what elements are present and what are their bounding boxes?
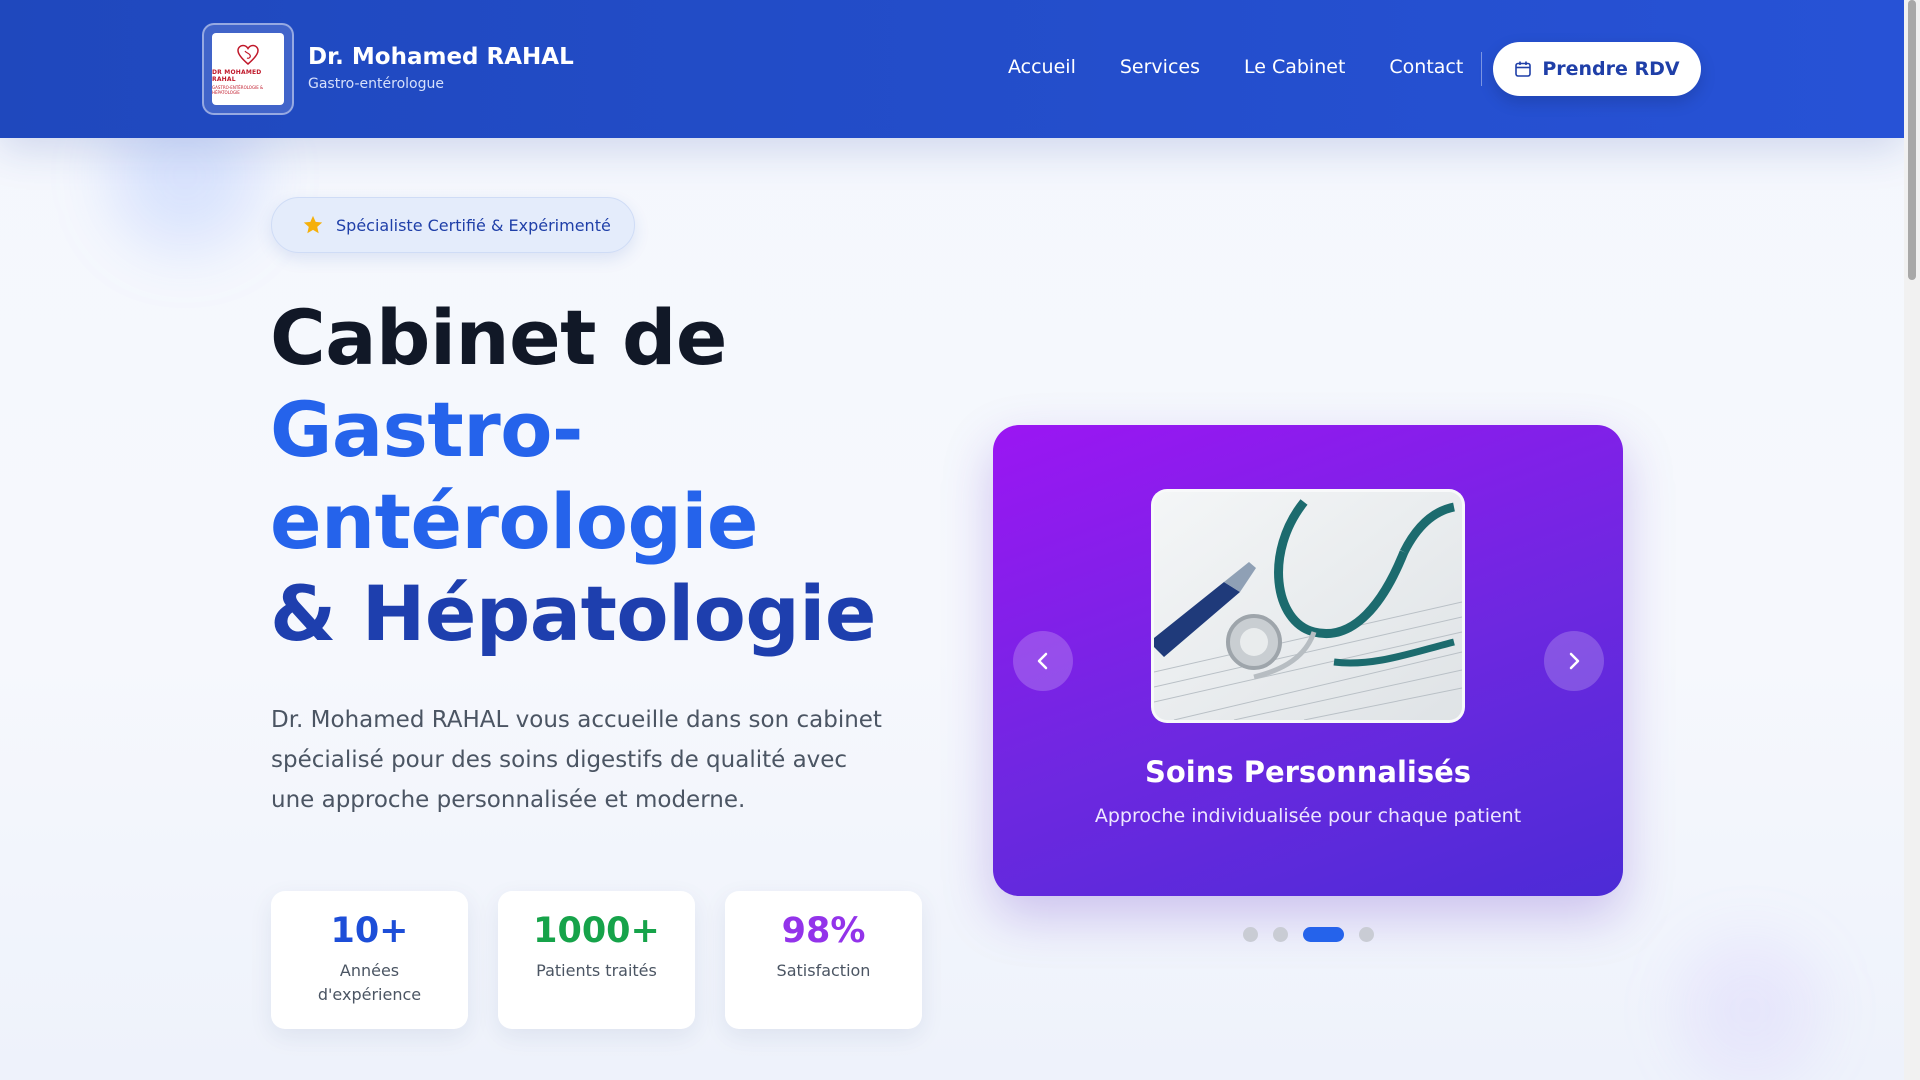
slide-image-stethoscope: [1151, 489, 1465, 723]
hero-title-line1: Cabinet de: [270, 293, 727, 382]
logo-subtext: GASTRO-ENTÉROLOGIE & HÉPATOLOGIE: [212, 84, 264, 95]
badge-label: Spécialiste Certifié & Expérimenté: [336, 215, 611, 235]
scrollbar-thumb[interactable]: [1908, 0, 1916, 280]
hero-title-line3: entérologie: [270, 477, 758, 566]
carousel-dots: [1243, 927, 1389, 942]
hero-title: Cabinet de Gastro- entérologie & Hépatol…: [270, 292, 876, 660]
nav-item-le-cabinet[interactable]: Le Cabinet: [1244, 56, 1345, 78]
hero-description: Dr. Mohamed RAHAL vous accueille dans so…: [271, 707, 882, 813]
main-nav: Accueil Services Le Cabinet Contact: [1008, 56, 1507, 78]
hero-carousel: Soins Personnalisés Approche individuali…: [993, 425, 1623, 896]
stat-value: 1000+: [533, 911, 660, 951]
carousel-dot-2[interactable]: [1273, 927, 1288, 942]
decorative-blob: [1680, 940, 1820, 1080]
slide-description: Approche individualisée pour chaque pati…: [1094, 805, 1522, 827]
stat-label: Satisfaction: [776, 961, 871, 980]
stethoscope-photo: [1154, 492, 1462, 720]
logo[interactable]: DR MOHAMED RAHAL GASTRO-ENTÉROLOGIE & HÉ…: [202, 23, 294, 115]
stat-label: Patients traités: [536, 961, 657, 980]
stat-card-experience: 10+ Années d'expérience: [271, 891, 468, 1029]
chevron-right-icon: [1569, 652, 1580, 670]
stat-value: 10+: [330, 911, 409, 951]
carousel-next-button[interactable]: [1544, 631, 1604, 691]
carousel-dot-3-active[interactable]: [1303, 927, 1344, 942]
page-scrollbar[interactable]: [1904, 0, 1920, 1080]
specialist-badge: Spécialiste Certifié & Expérimenté: [271, 197, 635, 253]
stat-card-satisfaction: 98% Satisfaction: [725, 891, 922, 1029]
nav-item-contact[interactable]: Contact: [1389, 56, 1463, 78]
carousel-dot-1[interactable]: [1243, 927, 1258, 942]
nav-item-accueil[interactable]: Accueil: [1008, 56, 1076, 78]
calendar-icon: [1515, 61, 1532, 77]
carousel-prev-button[interactable]: [1013, 631, 1073, 691]
brand-name[interactable]: Dr. Mohamed RAHAL: [308, 44, 574, 70]
brand-subtitle: Gastro-entérologue: [308, 76, 444, 92]
slide-title: Soins Personnalisés: [1144, 755, 1472, 789]
stat-card-patients: 1000+ Patients traités: [498, 891, 695, 1029]
page: DR MOHAMED RAHAL GASTRO-ENTÉROLOGIE & HÉ…: [0, 0, 1904, 1080]
hero-title-line4: & Hépatologie: [270, 569, 876, 658]
chevron-left-icon: [1037, 652, 1048, 670]
prendre-rdv-label: Prendre RDV: [1542, 58, 1680, 80]
site-header: DR MOHAMED RAHAL GASTRO-ENTÉROLOGIE & HÉ…: [0, 0, 1904, 138]
heart-stomach-icon: [237, 44, 259, 65]
logo-image: DR MOHAMED RAHAL GASTRO-ENTÉROLOGIE & HÉ…: [212, 33, 284, 105]
logo-text: DR MOHAMED RAHAL: [212, 68, 262, 83]
hero-title-line2: Gastro-: [270, 385, 583, 474]
stat-label: Années d'expérience: [317, 961, 422, 1004]
carousel-dot-4[interactable]: [1359, 927, 1374, 942]
stat-value: 98%: [781, 911, 866, 951]
star-icon: [303, 215, 323, 234]
prendre-rdv-button[interactable]: Prendre RDV: [1493, 42, 1701, 96]
nav-divider: [1481, 52, 1482, 86]
nav-item-services[interactable]: Services: [1120, 56, 1200, 78]
